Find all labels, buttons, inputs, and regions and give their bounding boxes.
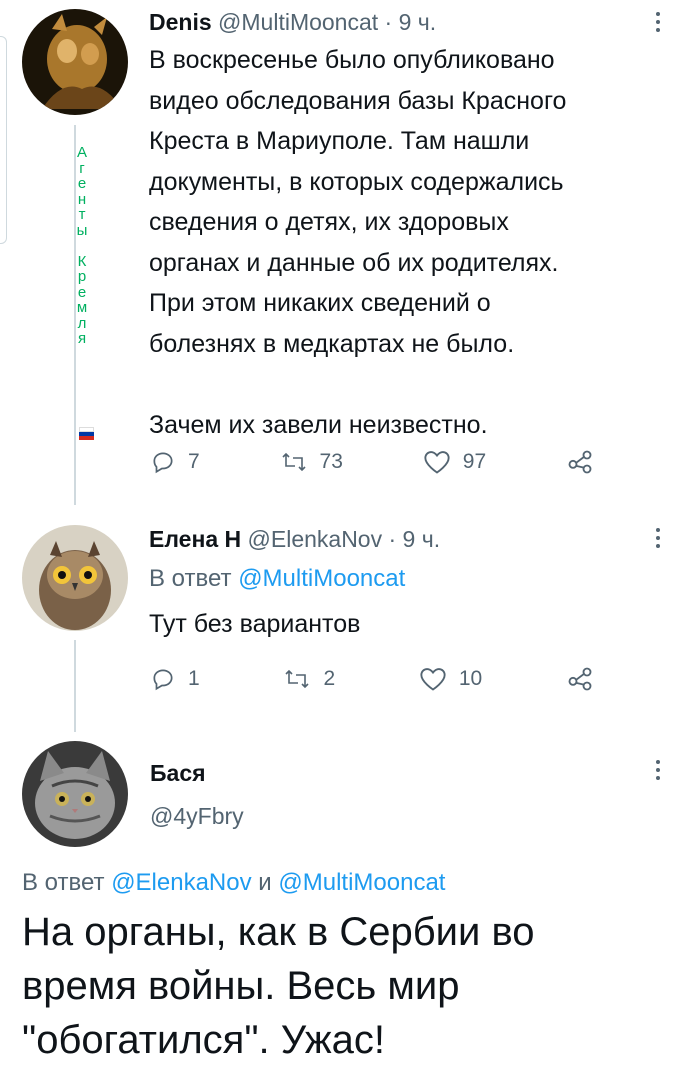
mention-link[interactable]: @MultiMooncat (278, 869, 445, 896)
retweet-icon (285, 669, 310, 689)
tweet-header: Denis @MultiMooncat · 9 ч. (149, 6, 436, 38)
like-icon (420, 668, 446, 691)
author-handle[interactable]: @4yFbry (150, 800, 244, 832)
mention-link[interactable]: @ElenkaNov (111, 869, 251, 896)
avatar[interactable] (22, 741, 128, 847)
author-handle[interactable]: @ElenkaNov (248, 526, 383, 552)
reply-button[interactable]: 7 (150, 449, 200, 475)
tweet-text: В воскресенье было опубликовано видео об… (149, 46, 567, 439)
author-handle[interactable]: @MultiMooncat (218, 9, 378, 35)
mention-link[interactable]: @MultiMooncat (238, 565, 405, 592)
retweet-count: 2 (323, 667, 336, 690)
like-icon (424, 451, 450, 474)
tweet-actions: 1 2 10 (150, 665, 594, 693)
avatar[interactable] (22, 9, 128, 115)
like-count: 10 (458, 667, 483, 690)
tweet-text: Тут без вариантов (149, 610, 361, 638)
reply-context: В ответ @MultiMooncat (149, 562, 405, 596)
author-name[interactable]: Denis (149, 9, 212, 35)
reply-count: 7 (188, 450, 200, 473)
retweet-icon (281, 452, 306, 472)
tweet-header: Елена Н @ElenkaNov · 9 ч. (149, 523, 440, 555)
reply-prefix: В ответ (22, 869, 105, 896)
like-button[interactable]: 10 (419, 666, 482, 692)
more-icon[interactable] (656, 760, 662, 784)
reply-and: и (258, 869, 272, 896)
more-icon[interactable] (656, 12, 662, 36)
retweet-count: 73 (319, 450, 343, 473)
tweet-actions: 7 73 97 (150, 448, 594, 476)
reply-prefix: В ответ (149, 565, 232, 592)
tweet-text-large: На органы, как в Сербии во время войны. … (22, 910, 535, 1062)
like-count: 97 (462, 450, 487, 473)
more-icon[interactable] (656, 528, 662, 552)
like-button[interactable]: 97 (423, 449, 486, 475)
share-button[interactable] (566, 665, 594, 693)
share-icon (568, 450, 592, 474)
reply-button[interactable]: 1 (150, 666, 200, 692)
left-edge-bracket (0, 36, 7, 244)
avatar[interactable] (22, 525, 128, 631)
reply-count: 1 (188, 667, 200, 690)
share-button[interactable] (566, 448, 594, 476)
reply-context: В ответ @ElenkaNov и @MultiMooncat (22, 866, 445, 900)
retweet-button[interactable]: 2 (283, 666, 335, 692)
bio-vertical-text: А г е н т ы К р е м л я (76, 144, 88, 347)
author-name[interactable]: Бася (150, 757, 206, 789)
share-icon (568, 667, 592, 691)
retweet-button[interactable]: 73 (280, 449, 343, 475)
reply-icon (153, 452, 173, 474)
thread-line (74, 640, 76, 732)
russian-flag-icon (79, 427, 94, 440)
author-name[interactable]: Елена Н (149, 526, 241, 552)
reply-icon (153, 669, 173, 691)
timestamp[interactable]: · 9 ч. (385, 9, 437, 35)
timestamp[interactable]: · 9 ч. (388, 526, 440, 552)
